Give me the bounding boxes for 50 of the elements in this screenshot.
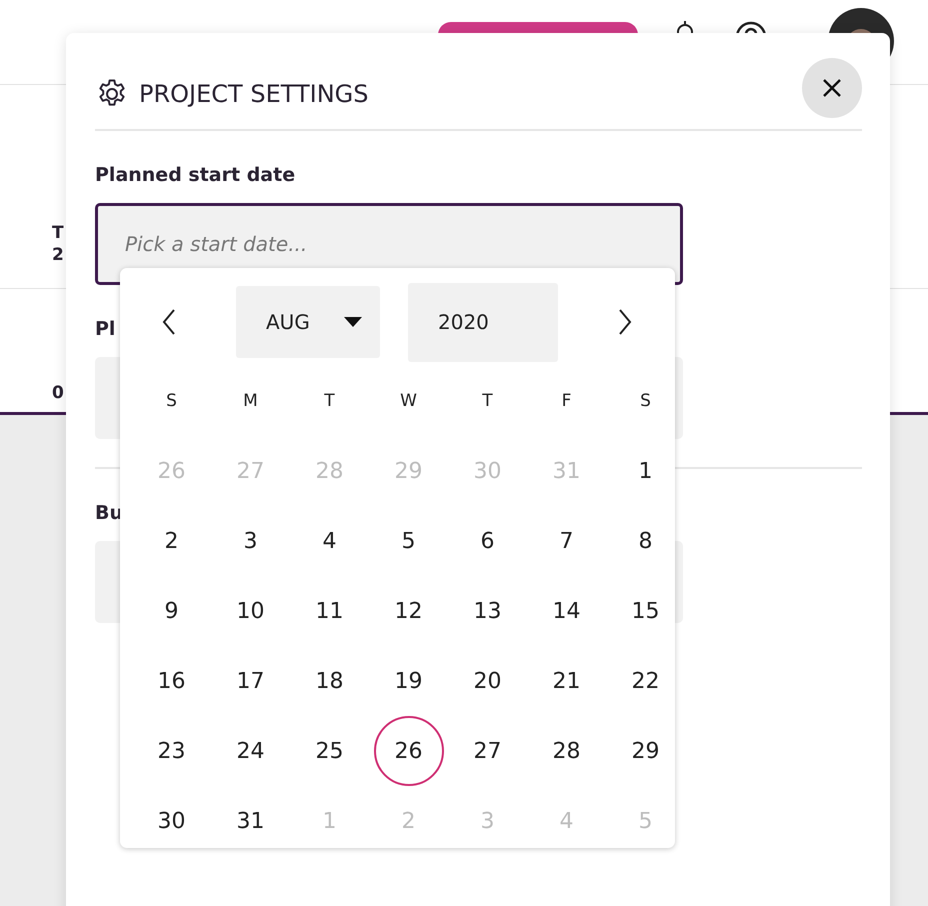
weekday-label: F — [562, 391, 572, 411]
month-select[interactable]: AUG — [236, 286, 380, 358]
field-label: Planned start date — [95, 163, 296, 187]
day-cell[interactable]: 4 — [294, 506, 364, 576]
day-cell[interactable]: 30 — [136, 786, 206, 856]
cell-value: 0 — [52, 382, 64, 404]
day-cell[interactable]: 8 — [610, 506, 680, 576]
weekday-label: M — [243, 391, 258, 411]
weekday-label: W — [400, 391, 417, 411]
day-cell[interactable]: 14 — [532, 576, 602, 646]
day-cell[interactable]: 29 — [610, 716, 680, 786]
weekday-label: T — [482, 391, 493, 411]
weekday-label: S — [166, 391, 177, 411]
day-label: T — [52, 222, 64, 244]
day-cell[interactable]: 9 — [136, 576, 206, 646]
day-cell[interactable]: 15 — [610, 576, 680, 646]
day-cell[interactable]: 6 — [452, 506, 522, 576]
chevron-left-icon — [161, 308, 177, 336]
day-cell[interactable]: 5 — [374, 506, 444, 576]
day-cell[interactable]: 21 — [532, 646, 602, 716]
day-cell[interactable]: 26 — [374, 716, 444, 786]
day-number: 2 — [52, 244, 64, 266]
close-icon — [821, 77, 843, 99]
day-cell[interactable]: 20 — [452, 646, 522, 716]
day-cell[interactable]: 23 — [136, 716, 206, 786]
day-cell[interactable]: 17 — [216, 646, 286, 716]
day-cell[interactable]: 31 — [216, 786, 286, 856]
day-cell[interactable]: 18 — [294, 646, 364, 716]
day-cell[interactable]: 1 — [610, 436, 680, 506]
day-cell[interactable]: 13 — [452, 576, 522, 646]
day-cell[interactable]: 24 — [216, 716, 286, 786]
day-cell[interactable]: 16 — [136, 646, 206, 716]
chevron-right-icon — [617, 308, 633, 336]
weekday-label: T — [324, 391, 335, 411]
field-label: Pl — [95, 317, 116, 341]
day-cell[interactable]: 22 — [610, 646, 680, 716]
caret-icon — [344, 317, 362, 327]
day-cell[interactable]: 2 — [136, 506, 206, 576]
year-select[interactable]: 2020 — [408, 282, 558, 362]
day-cell[interactable]: 19 — [374, 646, 444, 716]
day-cell[interactable]: 11 — [294, 576, 364, 646]
day-cell[interactable]: 27 — [452, 716, 522, 786]
day-cell[interactable]: 10 — [216, 576, 286, 646]
day-cell[interactable]: 28 — [532, 716, 602, 786]
modal-title: PROJECT SETTINGS — [139, 80, 370, 108]
weekday-label: S — [640, 391, 651, 411]
day-cell[interactable]: 12 — [374, 576, 444, 646]
day-cell[interactable]: 3 — [216, 506, 286, 576]
day-cell[interactable]: 25 — [294, 716, 364, 786]
day-cell[interactable]: 7 — [532, 506, 602, 576]
